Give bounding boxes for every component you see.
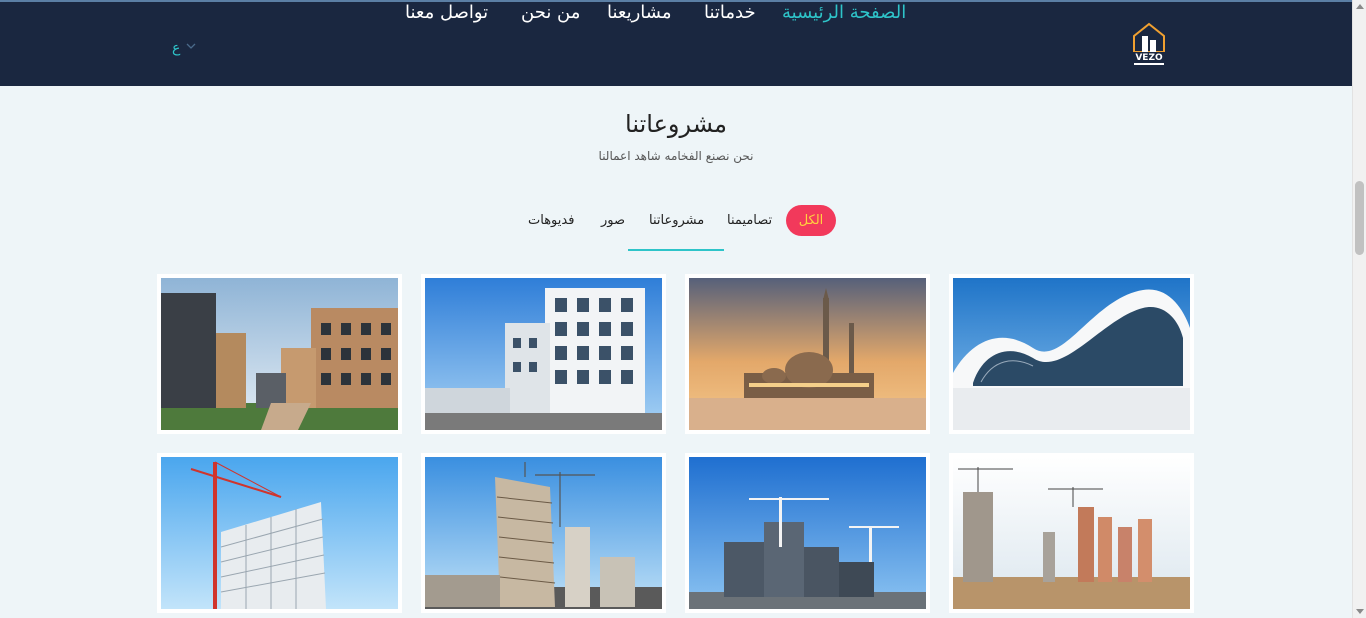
filter-photos[interactable]: صور	[601, 213, 625, 228]
section-subtitle: نحن نصنع الفخامه شاهد اعمالنا	[598, 149, 754, 163]
filter-underline	[628, 249, 724, 251]
residential-complex-image	[161, 278, 398, 430]
filter-projects[interactable]: مشروعاتنا	[649, 213, 704, 228]
gallery-item[interactable]	[949, 274, 1194, 434]
construction-site-cranes-image	[953, 457, 1190, 609]
gallery-item[interactable]	[157, 274, 402, 434]
high-rise-construction-image	[689, 457, 926, 609]
nav-services[interactable]: خدماتنا	[704, 2, 756, 23]
scroll-up-arrow-icon[interactable]	[1356, 4, 1364, 9]
nav-projects[interactable]: مشاريعنا	[607, 2, 672, 23]
white-apartment-block-image	[425, 278, 662, 430]
nav-contact[interactable]: تواصل معنا	[405, 2, 488, 23]
filter-all[interactable]: الكل	[786, 205, 836, 236]
gallery-item[interactable]	[685, 274, 930, 434]
apartment-construction-image	[425, 457, 662, 609]
gallery-item[interactable]	[421, 453, 666, 613]
gallery-item[interactable]	[421, 274, 666, 434]
nav-about[interactable]: من نحن	[521, 2, 580, 23]
filter-designs[interactable]: تصاميمنا	[727, 213, 772, 228]
gallery-item[interactable]	[949, 453, 1194, 613]
vezo-logo[interactable]: VEZO	[1128, 22, 1170, 68]
gallery-item[interactable]	[157, 453, 402, 613]
logo-text: VEZO	[1135, 53, 1163, 63]
section-title: مشروعاتنا	[625, 110, 727, 138]
chevron-down-icon[interactable]	[186, 42, 196, 50]
scroll-down-arrow-icon[interactable]	[1356, 609, 1364, 614]
gallery-item[interactable]	[685, 453, 930, 613]
language-switcher[interactable]: ع	[172, 40, 180, 56]
tower-crane-building-image	[161, 457, 398, 609]
scrollbar-thumb[interactable]	[1355, 181, 1364, 255]
curved-white-building-image	[953, 278, 1190, 430]
filter-videos[interactable]: فديوهات	[528, 213, 574, 228]
site-header: VEZO الصفحة الرئيسية خدماتنا مشاريعنا من…	[0, 0, 1352, 86]
mosque-sunset-image	[689, 278, 926, 430]
nav-home[interactable]: الصفحة الرئيسية	[782, 2, 906, 23]
page-scrollbar[interactable]	[1352, 0, 1366, 618]
